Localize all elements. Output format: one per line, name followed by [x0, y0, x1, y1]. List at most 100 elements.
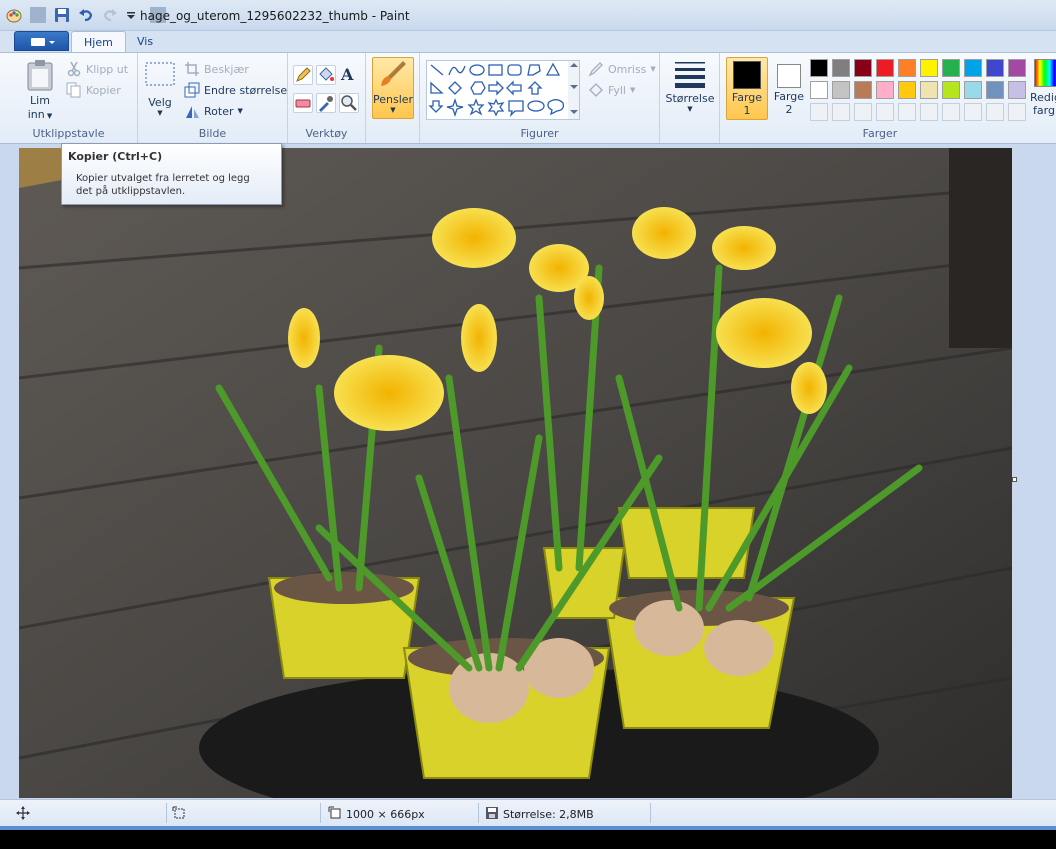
paint-app-icon[interactable] — [6, 7, 22, 23]
color1-button[interactable]: Farge 1 — [726, 57, 768, 120]
palette-swatch[interactable] — [898, 81, 916, 99]
select-rectangle-icon — [145, 62, 175, 86]
dropdown-arrow-icon: ▼ — [687, 105, 693, 113]
tooltip-title: Kopier (Ctrl+C) — [68, 150, 163, 163]
resize-icon — [184, 82, 200, 98]
outline-button[interactable]: Omriss ▼ — [588, 61, 656, 77]
shapes-gallery[interactable] — [426, 60, 580, 120]
palette-swatch[interactable] — [920, 81, 938, 99]
palette-swatch[interactable] — [854, 81, 872, 99]
group-colors: Farge 1 Farge 2 Redig farg Farger — [720, 53, 1056, 143]
palette-swatch[interactable] — [898, 59, 916, 77]
status-separator — [478, 803, 479, 823]
custom-color-slot[interactable] — [810, 103, 828, 121]
palette-swatch[interactable] — [986, 81, 1004, 99]
custom-color-slot[interactable] — [832, 103, 850, 121]
file-size: Størrelse: 2,8MB — [485, 806, 594, 823]
palette-swatch[interactable] — [876, 59, 894, 77]
redo-icon[interactable] — [102, 7, 118, 23]
group-clipboard: Lim inn ▼ Klipp ut Kopier Utklippstavle — [0, 53, 138, 143]
dropdown-arrow-icon: ▼ — [650, 65, 656, 73]
image-dimensions: 1000 × 666px — [328, 806, 425, 823]
custom-color-slot[interactable] — [854, 103, 872, 121]
outline-label: Omriss — [608, 62, 647, 76]
palette-swatch[interactable] — [942, 59, 960, 77]
save-icon[interactable] — [54, 7, 70, 23]
palette-swatch[interactable] — [920, 59, 938, 77]
paste-label-line2: inn — [27, 108, 45, 121]
canvas-workspace — [0, 144, 1056, 799]
ribbon: Lim inn ▼ Klipp ut Kopier Utklippstavle … — [0, 52, 1056, 144]
custom-color-slot[interactable] — [964, 103, 982, 121]
fill-button[interactable]: Fyll ▼ — [588, 82, 635, 98]
custom-color-slot[interactable] — [942, 103, 960, 121]
group-tools: A Verktøy — [288, 53, 366, 143]
color-picker-icon[interactable] — [316, 93, 336, 113]
select-button[interactable]: Velg ▼ — [142, 61, 178, 117]
palette-swatch[interactable] — [854, 59, 872, 77]
text-tool-icon[interactable]: A — [339, 65, 359, 85]
color2-label-line2: 2 — [785, 103, 793, 116]
group-label-clipboard: Utklippstavle — [32, 127, 105, 140]
rotate-button[interactable]: Roter ▼ — [184, 103, 243, 119]
tooltip-body-line2: det på utklippstavlen. — [76, 186, 186, 197]
magnifier-icon[interactable] — [339, 93, 359, 113]
palette-swatch[interactable] — [1008, 81, 1026, 99]
copy-label: Kopier — [86, 83, 121, 97]
dropdown-arrow-icon: ▼ — [157, 109, 163, 117]
color2-button[interactable]: Farge 2 — [770, 57, 808, 116]
rotate-label: Roter — [204, 104, 234, 118]
brushes-label: Pensler — [373, 93, 414, 106]
qat-separator — [30, 7, 46, 23]
custom-color-slot[interactable] — [920, 103, 938, 121]
custom-color-slot[interactable] — [898, 103, 916, 121]
canvas-resize-handle[interactable] — [1012, 477, 1017, 482]
copy-button[interactable]: Kopier — [66, 82, 121, 98]
fill-bucket-icon[interactable] — [316, 65, 336, 85]
disk-icon — [485, 806, 499, 823]
cut-label: Klipp ut — [86, 62, 129, 76]
paint-menu-button[interactable] — [14, 31, 69, 51]
fill-label: Fyll — [608, 83, 626, 97]
tab-home[interactable]: Hjem — [71, 31, 126, 53]
palette-swatch[interactable] — [832, 59, 850, 77]
size-button[interactable]: Størrelse ▼ — [665, 59, 715, 113]
title-bar: hage_og_uterom_1295602232_thumb - Paint — [0, 0, 1056, 31]
crop-button[interactable]: Beskjær — [184, 61, 249, 77]
undo-icon[interactable] — [78, 7, 94, 23]
fill-bucket-icon — [588, 82, 604, 98]
custom-color-slot[interactable] — [986, 103, 1004, 121]
scissors-icon — [66, 61, 82, 77]
tab-view[interactable]: Vis — [125, 31, 165, 53]
outline-pen-icon — [588, 61, 604, 77]
brushes-button[interactable]: Pensler ▼ — [372, 57, 414, 119]
palette-swatch[interactable] — [876, 81, 894, 99]
palette-swatch[interactable] — [942, 81, 960, 99]
edit-colors-label-line1: Redig — [1030, 91, 1056, 104]
drawing-canvas[interactable] — [19, 148, 1012, 798]
group-label-image: Bilde — [198, 127, 227, 140]
palette-swatch[interactable] — [810, 81, 828, 99]
group-size: Størrelse ▼ — [660, 53, 720, 143]
palette-swatch[interactable] — [964, 59, 982, 77]
tooltip-body: Kopier utvalget fra lerretet og legg det… — [68, 172, 275, 198]
palette-swatch[interactable] — [1008, 59, 1026, 77]
paste-label-line1: Lim — [30, 94, 50, 107]
palette-swatch[interactable] — [810, 59, 828, 77]
palette-swatch[interactable] — [832, 81, 850, 99]
paste-button[interactable]: Lim inn ▼ — [22, 59, 58, 121]
custom-color-slot[interactable] — [876, 103, 894, 121]
dropdown-arrow-icon: ▼ — [44, 112, 53, 120]
file-size-text: Størrelse: 2,8MB — [503, 808, 594, 821]
eraser-icon[interactable] — [293, 93, 313, 113]
select-label: Velg — [148, 96, 172, 109]
cut-button[interactable]: Klipp ut — [66, 61, 128, 77]
ribbon-tab-row: Hjem Vis — [0, 31, 1056, 53]
custom-color-slot[interactable] — [1008, 103, 1026, 121]
resize-button[interactable]: Endre størrelse — [184, 82, 287, 98]
palette-swatch[interactable] — [986, 59, 1004, 77]
crop-label: Beskjær — [204, 62, 249, 76]
pencil-icon[interactable] — [293, 65, 313, 85]
edit-colors-button[interactable]: Redig farg — [1028, 57, 1056, 117]
palette-swatch[interactable] — [964, 81, 982, 99]
